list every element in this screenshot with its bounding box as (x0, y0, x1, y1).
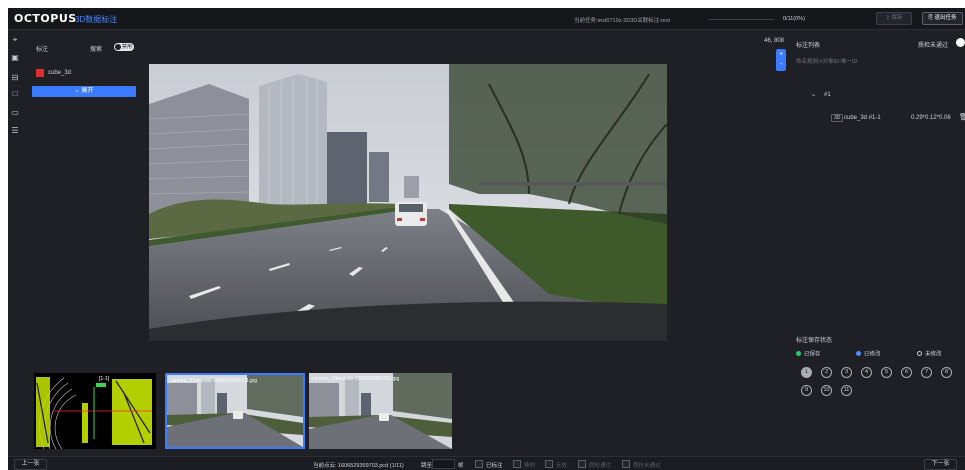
image-icon[interactable]: ▭ (10, 108, 20, 118)
checkbox-box (475, 460, 483, 468)
pointcloud-thumbnail[interactable]: [1-1] (34, 373, 156, 449)
footer-bar: 上一张 当前点云: 1606529359703.pcd (1/11) 跳至 帧 … (8, 456, 965, 470)
save-button[interactable]: ⇪ 保存 (876, 12, 912, 25)
current-pointcloud: 当前点云: 1606529359703.pcd (1/11) (313, 463, 404, 469)
checkbox-labeled-label: 已标注 (486, 463, 503, 469)
left-toolbar: ⌖ ▣ ⊟ □ ▭ ☰ (8, 31, 22, 371)
save-status-title: 标注保存状态 (796, 338, 833, 344)
camera-01-filename: camera_01encode-1606529359711.jpg (170, 378, 257, 384)
unmodified-dot (917, 351, 922, 356)
search-toggle[interactable]: 禁用 (114, 43, 134, 51)
review-failed-toggle[interactable] (956, 38, 965, 47)
prev-button[interactable]: 上一张 (14, 459, 47, 470)
legend-unmodified-label: 未修改 (925, 351, 942, 358)
expand-button[interactable]: ⌄ 展开 (32, 86, 136, 97)
annotation-item[interactable]: 3D cube_3d #1-1 0.29*0.12*0.06 🗑 (831, 114, 965, 123)
object-size: 0.29*0.12*0.06 (911, 115, 951, 121)
modified-dot (856, 351, 861, 356)
zoom-out-button[interactable]: - (776, 60, 786, 70)
annotation-list-panel: 标注列表 质检未通过 命名规则:#对象ID-唯一ID ⌄ #1 3D cube_3… (791, 31, 965, 456)
label-panel: 标注 搜索 禁用 cube_3d ⌄ 展开 (26, 31, 141, 371)
frame-button-7[interactable]: 7 (921, 367, 932, 378)
checkbox-box (622, 460, 630, 468)
jump-frame-input[interactable] (432, 459, 455, 469)
search-label: 搜索 (90, 47, 103, 53)
app-window: OCTOPUS 3D数据标注 当前任务:test0719z-2D3D关联标注-t… (8, 8, 965, 470)
saved-dot (796, 351, 801, 356)
current-task: 当前任务:test0719z-2D3D关联标注-test (574, 18, 670, 24)
class-color-swatch (36, 69, 44, 77)
save-button-label: 保存 (891, 15, 903, 21)
delete-icon[interactable]: 🗑 (959, 113, 965, 121)
progress-bar (708, 19, 774, 20)
frame-button-2[interactable]: 2 (821, 367, 832, 378)
camera-03-thumbnail[interactable]: camera_03encode-1606529359721.jpg (309, 373, 452, 449)
frame-button-1[interactable]: 1 (801, 367, 812, 378)
toggle-knob (115, 44, 121, 50)
jump-label: 跳至 (421, 463, 433, 469)
legend-saved-label: 已保存 (804, 351, 821, 358)
checkbox-hard-case-label: 难例 (524, 463, 536, 469)
progress-text: 0/11(0%) (783, 16, 805, 22)
legend-modified-label: 已修改 (864, 351, 881, 358)
frame-button-5[interactable]: 5 (881, 367, 892, 378)
pointcloud-image (34, 373, 156, 449)
frame-unit: 帧 (458, 463, 464, 469)
street-scene-image (149, 64, 667, 341)
toggle-text: 禁用 (122, 44, 133, 50)
object-name: cube_3d #1-1 (844, 115, 881, 121)
folder-icon[interactable]: ⊟ (10, 73, 20, 83)
legend-unmodified: 未修改 (917, 351, 942, 359)
exit-task-button[interactable]: ⎘ 退出任务 (922, 12, 963, 25)
checkbox-box (578, 460, 586, 468)
annotation-list-title: 标注列表 (796, 43, 821, 49)
legend-modified: 已修改 (856, 351, 881, 359)
class-name: cube_3d (48, 70, 72, 76)
cursor-coordinates: 46, 808 (764, 38, 785, 44)
naming-rule-hint: 命名规则:#对象ID-唯一ID (796, 59, 858, 65)
exit-button-label: 退出任务 (934, 15, 957, 21)
app-title: 3D数据标注 (75, 15, 118, 24)
box-icon[interactable]: ▣ (10, 53, 20, 63)
top-header: OCTOPUS 3D数据标注 当前任务:test0719z-2D3D关联标注-t… (8, 8, 965, 30)
frame-button-4[interactable]: 4 (861, 367, 872, 378)
frame-button-10[interactable]: 10 (821, 385, 832, 396)
legend-saved: 已保存 (796, 351, 821, 359)
checkbox-review-failed-label: 质检未通过 (633, 463, 661, 469)
label-title: 标注 (36, 47, 49, 53)
object-type-badge: 3D (831, 114, 844, 122)
chevron-down-icon: ⌄ (811, 92, 817, 98)
pointcloud-tag: [1-1] (98, 376, 111, 382)
annotation-group[interactable]: ⌄ #1 (811, 91, 831, 98)
zoom-control[interactable]: + - (776, 49, 786, 71)
zoom-in-button[interactable]: + (776, 50, 786, 60)
next-button[interactable]: 下一张 (924, 459, 957, 470)
list-icon[interactable]: ☰ (10, 126, 20, 136)
checkbox-review-passed-label: 质检通过 (589, 463, 612, 469)
frame-button-9[interactable]: 9 (801, 385, 812, 396)
view-thumbnails: [1-1] camera_01encode-1606529359711.jpg (26, 373, 791, 453)
camera-03-filename: camera_03encode-1606529359721.jpg (312, 376, 400, 382)
camera-03-image (309, 373, 452, 449)
checkbox-invalid-label: 无效 (556, 463, 568, 469)
main-camera-image[interactable] (149, 64, 667, 341)
review-failed-label: 质检未通过 (918, 43, 949, 49)
frame-button-3[interactable]: 3 (841, 367, 852, 378)
expand-label: 展开 (81, 88, 94, 94)
checkbox-box (513, 460, 521, 468)
square-icon[interactable]: □ (10, 89, 20, 99)
camera-01-thumbnail[interactable]: camera_01encode-1606529359711.jpg (165, 373, 305, 449)
frame-button-11[interactable]: 11 (841, 385, 852, 396)
group-label: #1 (824, 92, 831, 98)
frame-button-6[interactable]: 6 (901, 367, 912, 378)
camera-01-image (167, 375, 303, 447)
frame-button-8[interactable]: 8 (941, 367, 952, 378)
checkbox-box (545, 460, 553, 468)
cursor-icon[interactable]: ⌖ (10, 35, 20, 45)
logo: OCTOPUS (14, 12, 77, 25)
